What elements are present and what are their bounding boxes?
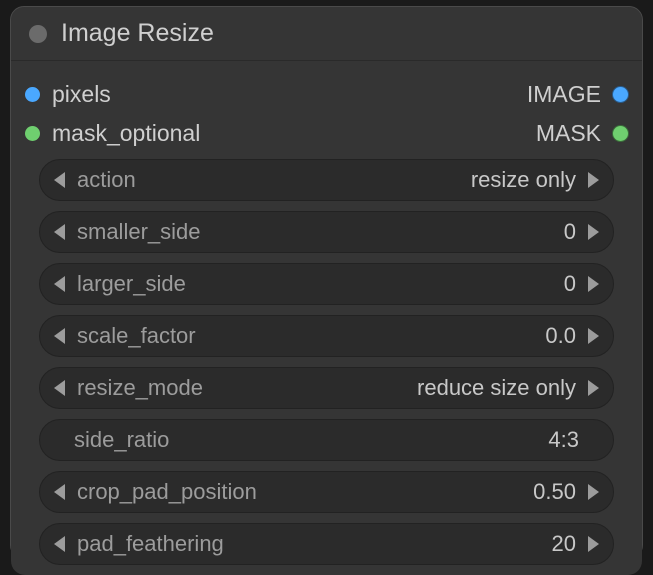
widgets: action resize only smaller_side 0 larger…: [21, 159, 632, 565]
arrow-right-icon[interactable]: [588, 276, 599, 292]
widget-label: side_ratio: [74, 427, 169, 453]
io-row-1: mask_optional MASK: [21, 114, 632, 153]
arrow-left-icon[interactable]: [54, 536, 65, 552]
widget-value: 20: [224, 531, 576, 557]
widget-value: 0: [201, 219, 577, 245]
widget-pad-feathering[interactable]: pad_feathering 20: [39, 523, 614, 565]
widget-value: 4:3: [169, 427, 579, 453]
port-dot-icon[interactable]: [25, 87, 40, 102]
arrow-right-icon[interactable]: [588, 380, 599, 396]
widget-value: 0.50: [257, 479, 576, 505]
arrow-right-icon[interactable]: [588, 224, 599, 240]
widget-value: 0.0: [196, 323, 576, 349]
port-dot-icon[interactable]: [25, 126, 40, 141]
widget-action[interactable]: action resize only: [39, 159, 614, 201]
widget-scale-factor[interactable]: scale_factor 0.0: [39, 315, 614, 357]
node-title: Image Resize: [61, 19, 214, 48]
output-mask[interactable]: MASK: [536, 120, 628, 147]
widget-larger-side[interactable]: larger_side 0: [39, 263, 614, 305]
arrow-right-icon[interactable]: [588, 172, 599, 188]
arrow-left-icon[interactable]: [54, 328, 65, 344]
output-image[interactable]: IMAGE: [527, 81, 628, 108]
widget-label: action: [77, 167, 136, 193]
port-dot-icon[interactable]: [613, 126, 628, 141]
io-row-0: pixels IMAGE: [21, 75, 632, 114]
arrow-right-icon[interactable]: [588, 328, 599, 344]
widget-label: scale_factor: [77, 323, 196, 349]
widget-label: resize_mode: [77, 375, 203, 401]
node-image-resize: Image Resize pixels IMAGE mask_optional …: [10, 6, 643, 559]
port-dot-icon[interactable]: [613, 87, 628, 102]
widget-label: pad_feathering: [77, 531, 224, 557]
widget-label: smaller_side: [77, 219, 201, 245]
collapse-dot-icon[interactable]: [29, 25, 47, 43]
arrow-right-icon[interactable]: [588, 536, 599, 552]
widget-label: crop_pad_position: [77, 479, 257, 505]
output-label: IMAGE: [527, 81, 601, 108]
node-body: pixels IMAGE mask_optional MASK action r…: [11, 61, 642, 575]
widget-label: larger_side: [77, 271, 186, 297]
arrow-left-icon[interactable]: [54, 380, 65, 396]
widget-value: reduce size only: [203, 375, 576, 401]
widget-side-ratio[interactable]: side_ratio 4:3: [39, 419, 614, 461]
input-label: pixels: [52, 81, 111, 108]
arrow-right-icon[interactable]: [588, 484, 599, 500]
output-label: MASK: [536, 120, 601, 147]
node-header[interactable]: Image Resize: [11, 7, 642, 61]
input-mask-optional[interactable]: mask_optional: [25, 120, 200, 147]
widget-smaller-side[interactable]: smaller_side 0: [39, 211, 614, 253]
widget-resize-mode[interactable]: resize_mode reduce size only: [39, 367, 614, 409]
arrow-left-icon[interactable]: [54, 172, 65, 188]
arrow-left-icon[interactable]: [54, 276, 65, 292]
input-pixels[interactable]: pixels: [25, 81, 111, 108]
arrow-left-icon[interactable]: [54, 224, 65, 240]
widget-value: resize only: [136, 167, 576, 193]
widget-crop-pad-position[interactable]: crop_pad_position 0.50: [39, 471, 614, 513]
arrow-left-icon[interactable]: [54, 484, 65, 500]
widget-value: 0: [186, 271, 576, 297]
input-label: mask_optional: [52, 120, 200, 147]
